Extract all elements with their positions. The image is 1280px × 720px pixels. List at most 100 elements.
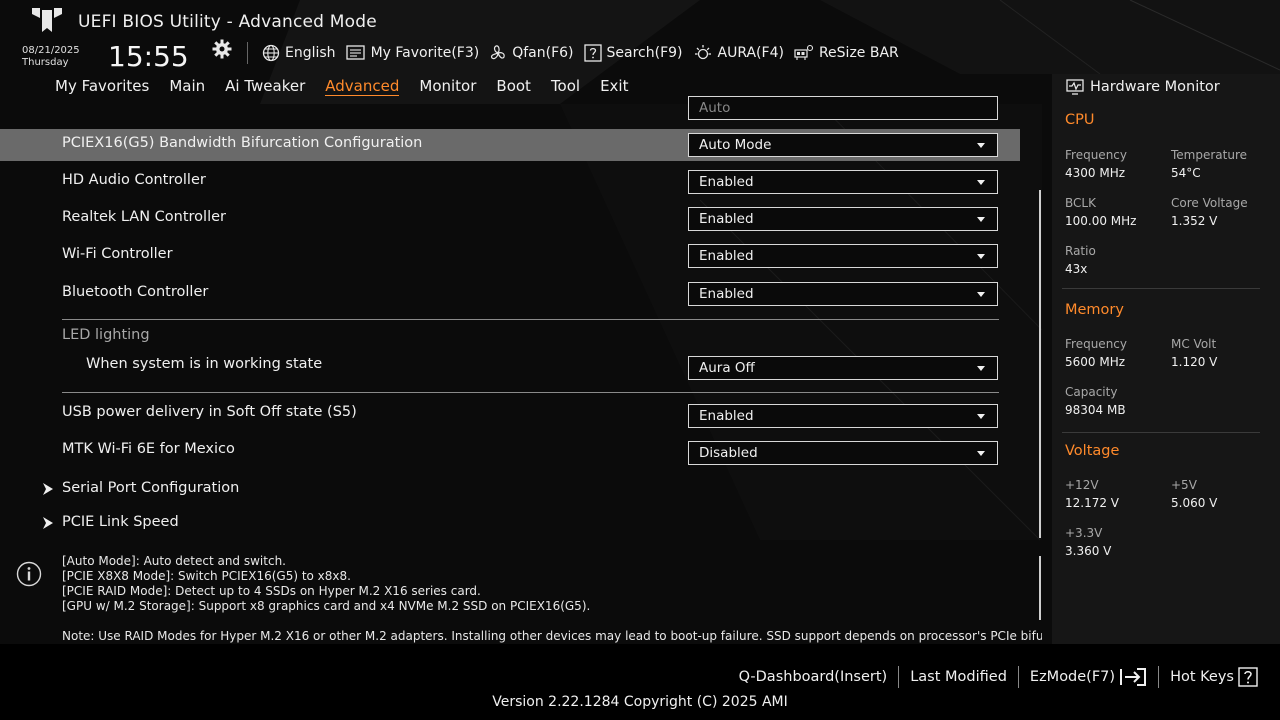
resize-bar-icon: [794, 44, 814, 60]
tuf-logo-icon: [32, 8, 62, 32]
hw-divider: [1062, 432, 1260, 433]
help-scrollbar[interactable]: [1039, 556, 1041, 620]
toolbar-divider: [247, 42, 248, 64]
tab-tool[interactable]: Tool: [551, 77, 580, 96]
memory-section-title: Memory: [1065, 302, 1124, 318]
dropdown-value: Disabled: [699, 445, 758, 461]
submenu-pcie-link-speed[interactable]: PCIE Link Speed: [0, 508, 1020, 540]
hw-divider: [1062, 288, 1260, 289]
ezmode-button[interactable]: EzMode(F7): [1019, 666, 1160, 688]
dropdown-value: Enabled: [699, 408, 754, 424]
hd-audio-dropdown[interactable]: Enabled: [688, 170, 998, 194]
bclk-value: 100.00 MHz: [1065, 214, 1137, 228]
q-dashboard-button[interactable]: Q-Dashboard(Insert): [728, 666, 900, 688]
submenu-arrow-icon: [43, 517, 53, 529]
qfan-label: Qfan(F6): [512, 45, 574, 61]
date-text: 08/21/2025: [22, 45, 80, 56]
cpu-section-title: CPU: [1065, 112, 1095, 128]
bclk-label: BCLK: [1065, 196, 1096, 210]
setting-row-hd-audio[interactable]: HD Audio Controller Enabled: [0, 166, 1020, 198]
version-text: Version 2.22.1284 Copyright (C) 2025 AMI: [492, 694, 788, 710]
setting-row-pciex16-bifurcation[interactable]: PCIEX16(G5) Bandwidth Bifurcation Config…: [0, 129, 1020, 161]
resize-bar-label: ReSize BAR: [818, 45, 899, 61]
chevron-down-icon: [977, 254, 985, 259]
settings-scrollbar[interactable]: [1039, 190, 1041, 538]
memory-frequency-value: 5600 MHz: [1065, 355, 1126, 369]
help-line: [GPU w/ M.2 Storage]: Support x8 graphic…: [62, 599, 591, 613]
setting-row-bluetooth[interactable]: Bluetooth Controller Enabled: [0, 278, 1020, 310]
hotkey-bar: Q-Dashboard(Insert) Last Modified EzMode…: [728, 666, 1258, 688]
tab-main[interactable]: Main: [169, 77, 205, 96]
submenu-arrow-icon: [43, 483, 53, 495]
v12-value: 12.172 V: [1065, 496, 1120, 510]
tab-monitor[interactable]: Monitor: [419, 77, 476, 96]
help-line: [PCIE RAID Mode]: Detect up to 4 SSDs on…: [62, 584, 481, 598]
tab-boot[interactable]: Boot: [496, 77, 531, 96]
led-working-state-dropdown[interactable]: Aura Off: [688, 356, 998, 380]
chevron-down-icon: [977, 180, 985, 185]
resize-bar-button[interactable]: ReSize BAR: [794, 44, 899, 62]
day-text: Thursday: [22, 57, 69, 68]
setting-label: USB power delivery in Soft Off state (S5…: [62, 404, 357, 420]
chevron-down-icon: [977, 292, 985, 297]
tab-exit[interactable]: Exit: [600, 77, 628, 96]
hardware-monitor-title: Hardware Monitor: [1066, 79, 1220, 95]
my-favorite-button[interactable]: My Favorite(F3): [345, 44, 479, 62]
setting-row-usb-power-s5[interactable]: USB power delivery in Soft Off state (S5…: [0, 398, 1020, 430]
voltage-section-title: Voltage: [1065, 443, 1120, 459]
v12-label: +12V: [1065, 478, 1099, 492]
setting-label: MTK Wi-Fi 6E for Mexico: [62, 441, 235, 457]
search-help-icon: [583, 44, 602, 62]
tab-advanced[interactable]: Advanced: [325, 77, 400, 96]
partial-setting-dropdown[interactable]: Auto: [688, 96, 998, 120]
aura-label: AURA(F4): [717, 45, 784, 61]
chevron-down-icon: [977, 217, 985, 222]
wifi-dropdown[interactable]: Enabled: [688, 244, 998, 268]
hot-keys-button[interactable]: Hot Keys: [1159, 666, 1258, 688]
setting-row-mtk-wifi[interactable]: MTK Wi-Fi 6E for Mexico Disabled: [0, 435, 1020, 467]
chevron-down-icon: [977, 414, 985, 419]
mtk-wifi-dropdown[interactable]: Disabled: [688, 441, 998, 465]
partial-setting-value: Auto: [699, 100, 731, 116]
exit-arrow-icon: [1120, 668, 1147, 686]
toolbar: English My Favorite(F3) Qfan(F6) Search(…: [262, 41, 909, 65]
submenu-serial-port[interactable]: Serial Port Configuration: [0, 474, 1020, 506]
setting-row-led-working-state[interactable]: When system is in working state Aura Off: [0, 350, 1020, 382]
search-label: Search(F9): [606, 45, 683, 61]
bluetooth-dropdown[interactable]: Enabled: [688, 282, 998, 306]
dropdown-value: Enabled: [699, 286, 754, 302]
pciex16-bifurcation-dropdown[interactable]: Auto Mode: [688, 133, 998, 157]
core-voltage-value: 1.352 V: [1171, 214, 1218, 228]
usb-power-s5-dropdown[interactable]: Enabled: [688, 404, 998, 428]
cpu-frequency-label: Frequency: [1065, 148, 1127, 162]
setting-label: Wi-Fi Controller: [62, 246, 173, 262]
help-line: [62, 614, 1042, 629]
dropdown-value: Auto Mode: [699, 137, 772, 153]
gear-icon[interactable]: [212, 39, 232, 59]
v33-label: +3.3V: [1065, 526, 1103, 540]
settings-panel: Auto PCIEX16(G5) Bandwidth Bifurcation C…: [0, 96, 1042, 540]
help-text: [Auto Mode]: Auto detect and switch. [PC…: [62, 554, 1042, 644]
v5-label: +5V: [1171, 478, 1197, 492]
language-button[interactable]: English: [262, 44, 336, 62]
tab-my-favorites[interactable]: My Favorites: [55, 77, 149, 96]
ratio-label: Ratio: [1065, 244, 1096, 258]
date-display: 08/21/2025 Thursday: [22, 45, 80, 69]
last-modified-button[interactable]: Last Modified: [899, 666, 1019, 688]
fan-icon: [491, 45, 505, 60]
aura-button[interactable]: AURA(F4): [693, 44, 784, 62]
qfan-button[interactable]: Qfan(F6): [489, 44, 574, 62]
footer: Q-Dashboard(Insert) Last Modified EzMode…: [0, 644, 1280, 720]
dropdown-value: Enabled: [699, 211, 754, 227]
monitor-icon: [1066, 79, 1084, 95]
realtek-lan-dropdown[interactable]: Enabled: [688, 207, 998, 231]
tab-ai-tweaker[interactable]: Ai Tweaker: [225, 77, 305, 96]
cpu-temperature-value: 54°C: [1171, 166, 1201, 180]
ratio-value: 43x: [1065, 262, 1088, 276]
section-divider: [62, 392, 999, 393]
setting-row-wifi[interactable]: Wi-Fi Controller Enabled: [0, 240, 1020, 272]
search-button[interactable]: Search(F9): [583, 44, 683, 62]
help-line: [PCIE X8X8 Mode]: Switch PCIEX16(G5) to …: [62, 569, 351, 583]
capacity-label: Capacity: [1065, 385, 1118, 399]
setting-row-realtek-lan[interactable]: Realtek LAN Controller Enabled: [0, 203, 1020, 235]
